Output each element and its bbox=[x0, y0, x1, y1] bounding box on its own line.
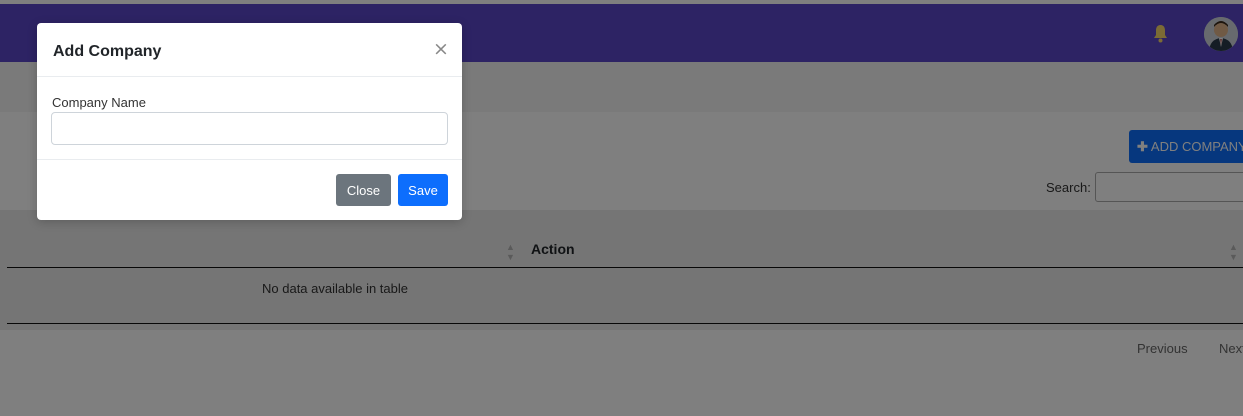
close-button[interactable]: Close bbox=[336, 174, 391, 206]
modal-title: Add Company bbox=[53, 43, 162, 60]
company-name-input[interactable] bbox=[51, 112, 448, 145]
save-button[interactable]: Save bbox=[398, 174, 448, 206]
close-icon[interactable]: × bbox=[433, 38, 449, 60]
modal-header: Add Company × bbox=[37, 23, 462, 77]
modal-footer-divider bbox=[37, 159, 462, 160]
add-company-modal: Add Company × Company Name Close Save bbox=[37, 23, 462, 220]
company-name-label: Company Name bbox=[52, 95, 146, 110]
